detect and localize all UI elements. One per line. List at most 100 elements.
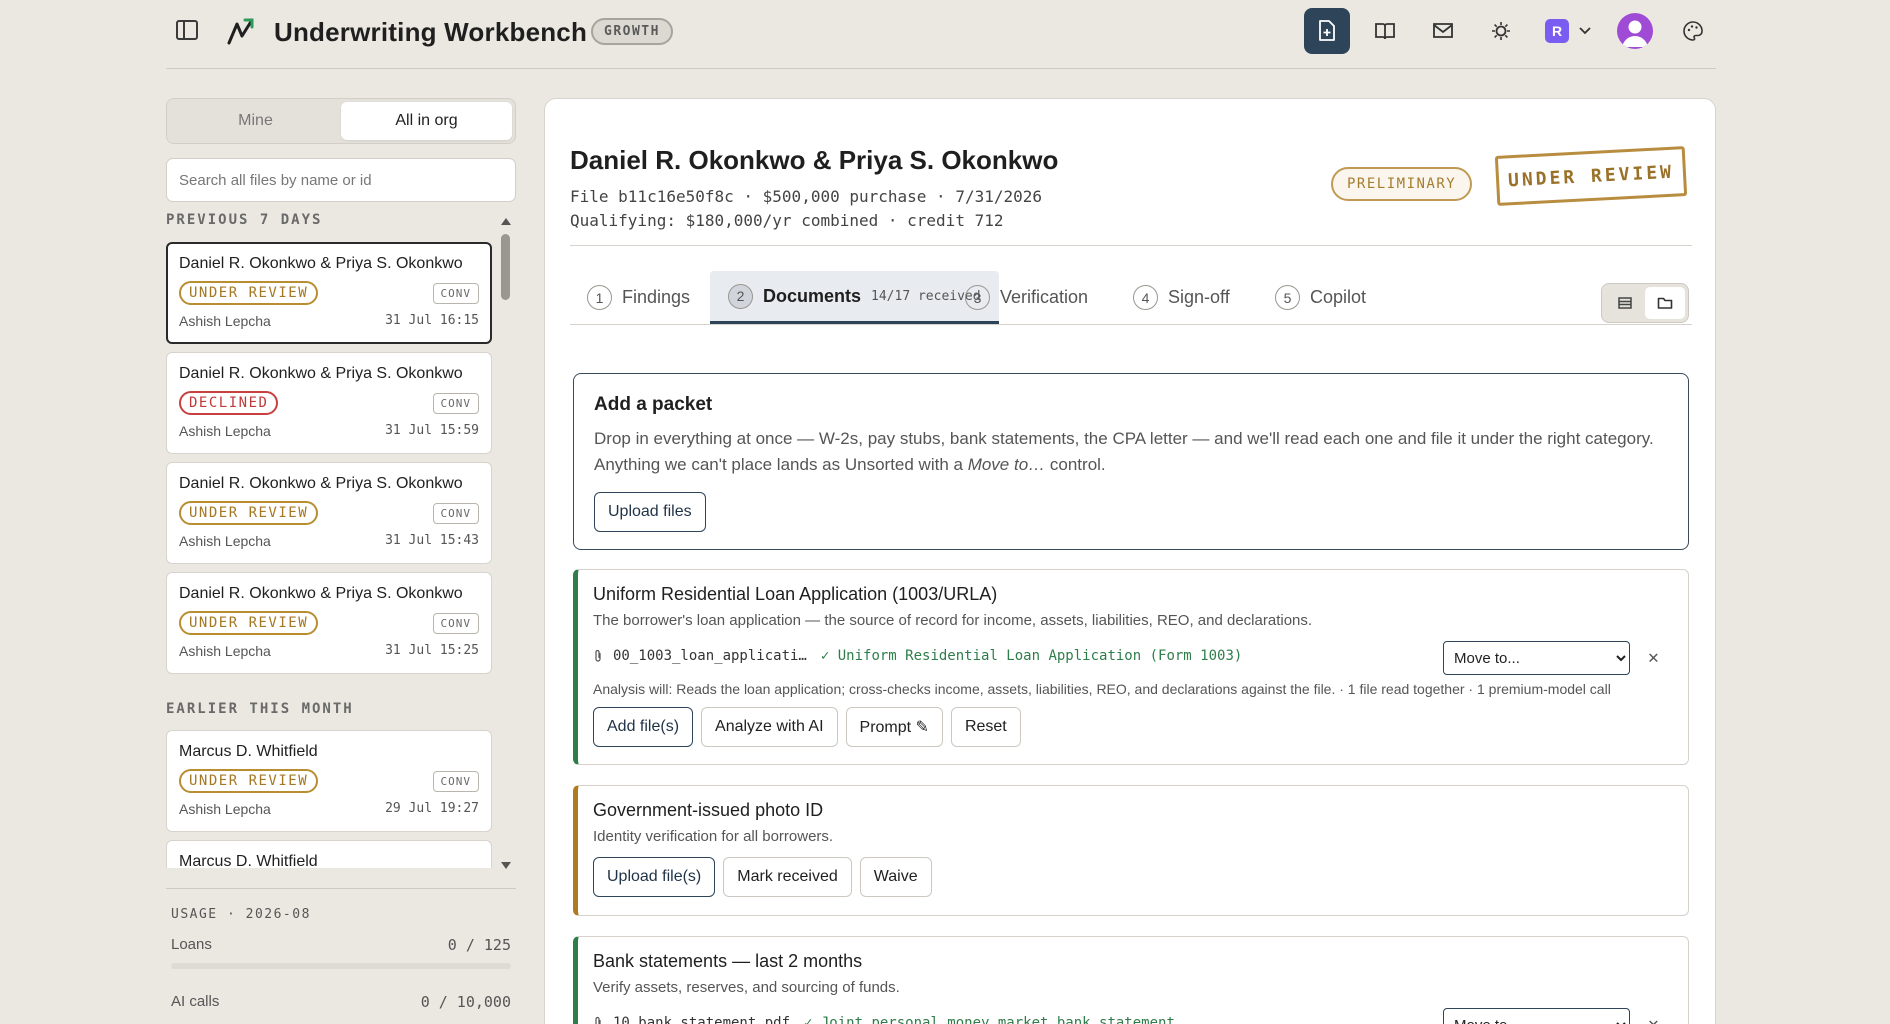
tab-label: Verification	[1000, 287, 1089, 307]
doc-description: Verify assets, reserves, and sourcing of…	[593, 979, 900, 996]
file-name[interactable]: 10_bank_statement.pdf	[613, 1015, 790, 1024]
tab-copilot[interactable]: 5 Copilot	[1275, 271, 1366, 324]
loan-type-badge: CONV	[432, 612, 479, 634]
card-timestamp: 31 Jul 15:43	[385, 533, 479, 548]
tab-number: 2	[728, 283, 753, 309]
packet-title: Add a packet	[594, 394, 713, 415]
top-bar: Underwriting Workbench GROWTH R	[166, 0, 1716, 69]
card-timestamp: 29 Jul 19:27	[385, 801, 479, 816]
card-borrower-name: Daniel R. Okonkwo & Priya S. Okonkwo	[179, 475, 463, 492]
settings-button[interactable]	[1478, 8, 1524, 54]
list-icon	[1618, 297, 1632, 309]
card-borrower-name: Daniel R. Okonkwo & Priya S. Okonkwo	[179, 365, 463, 382]
card-timestamp: 31 Jul 15:25	[385, 643, 479, 658]
tab-verification[interactable]: 3 Verification	[965, 271, 1088, 324]
segment-all-in-org[interactable]: All in org	[341, 102, 512, 140]
file-card[interactable]: Daniel R. Okonkwo & Priya S. Okonkwo UND…	[166, 242, 492, 344]
file-list-panel: Mine All in org PREVIOUS 7 DAYS Daniel R…	[166, 98, 516, 1011]
paperclip-icon	[595, 649, 601, 662]
usage-ai-value: 0 / 10,000	[420, 993, 511, 1011]
analyze-with-ai-button[interactable]: Analyze with AI	[701, 707, 838, 747]
file-card[interactable]: Daniel R. Okonkwo & Priya S. Okonkwo UND…	[166, 572, 492, 674]
move-to-select[interactable]: Move to...	[1443, 1008, 1630, 1024]
packet-description: Drop in everything at once — W-2s, pay s…	[594, 426, 1668, 478]
org-switcher-icon: R	[1545, 19, 1569, 43]
chevron-down-icon	[1579, 27, 1591, 35]
tab-documents[interactable]: 2 Documents 14/17 received	[710, 271, 999, 324]
file-list-scrollbar[interactable]	[499, 216, 513, 871]
reset-button[interactable]: Reset	[950, 707, 1021, 747]
plan-badge: GROWTH	[591, 18, 673, 45]
file-list: PREVIOUS 7 DAYS Daniel R. Okonkwo & Priy…	[166, 212, 516, 868]
remove-file-icon[interactable]: ✕	[1648, 647, 1659, 668]
move-to-select[interactable]: Move to...	[1443, 641, 1630, 675]
settings-icon	[1492, 22, 1510, 40]
file-card[interactable]: Marcus D. Whitfield	[166, 840, 492, 868]
avatar	[1617, 13, 1653, 49]
book-icon	[1375, 23, 1395, 40]
card-owner: Ashish Lepcha	[179, 533, 271, 549]
tab-sign-off[interactable]: 4 Sign-off	[1133, 271, 1230, 324]
prompt-button[interactable]: Prompt ✎	[845, 707, 943, 747]
card-owner: Ashish Lepcha	[179, 423, 271, 439]
scroll-down-icon[interactable]	[499, 861, 513, 871]
new-file-button[interactable]	[1304, 8, 1350, 54]
card-owner: Ashish Lepcha	[179, 313, 271, 329]
status-badge: UNDER REVIEW	[179, 501, 319, 525]
file-card[interactable]: Marcus D. Whitfield UNDER REVIEW CONV As…	[166, 730, 492, 832]
file-card[interactable]: Daniel R. Okonkwo & Priya S. Okonkwo UND…	[166, 462, 492, 564]
app-title: Underwriting Workbench	[274, 17, 588, 47]
loan-type-badge: CONV	[432, 502, 479, 524]
status-badge: UNDER REVIEW	[179, 281, 319, 305]
top-toolbar: R	[1292, 8, 1716, 54]
upload-files-button[interactable]: Upload files	[594, 492, 706, 532]
palette-icon	[1683, 21, 1703, 41]
loan-type-badge: CONV	[432, 282, 479, 304]
list-view-button[interactable]	[1605, 287, 1645, 319]
add-files-button[interactable]: Add file(s)	[593, 707, 694, 747]
usage-label: USAGE · 2026-08	[171, 907, 311, 922]
loan-meta-line-1: File b11c16e50f8c · $500,000 purchase · …	[570, 187, 1043, 206]
tab-label: Sign-off	[1168, 287, 1230, 307]
waive-button[interactable]: Waive	[859, 857, 932, 897]
file-row: 10_bank_statement.pdf ✓ Joint personal m…	[593, 1008, 1672, 1024]
segment-mine[interactable]: Mine	[170, 102, 341, 140]
group-label-previous-7-days: PREVIOUS 7 DAYS	[166, 212, 323, 228]
folder-view-button[interactable]	[1645, 287, 1685, 319]
inbox-button[interactable]	[1420, 8, 1466, 54]
card-timestamp: 31 Jul 15:59	[385, 423, 479, 438]
usage-ai-label: AI calls	[171, 993, 220, 1010]
card-borrower-name: Daniel R. Okonkwo & Priya S. Okonkwo	[179, 255, 463, 272]
scroll-up-icon[interactable]	[499, 216, 513, 226]
add-packet-dropzone[interactable]: Add a packet Drop in everything at once …	[573, 373, 1689, 550]
remove-file-icon[interactable]: ✕	[1648, 1014, 1659, 1024]
folder-icon	[1657, 297, 1673, 309]
library-button[interactable]	[1362, 8, 1408, 54]
org-switcher[interactable]: R	[1536, 8, 1600, 54]
document-category-bank-statements: Bank statements — last 2 months Verify a…	[573, 936, 1689, 1024]
page-title: Daniel R. Okonkwo & Priya S. Okonkwo	[570, 145, 1059, 175]
file-classification: ✓ Uniform Residential Loan Application (…	[820, 648, 1243, 664]
search-input[interactable]	[166, 158, 516, 202]
user-icon	[1622, 20, 1648, 47]
theme-button[interactable]	[1670, 8, 1716, 54]
tab-number: 5	[1275, 285, 1300, 310]
sidebar-toggle-icon[interactable]	[176, 20, 198, 40]
scope-toggle: Mine All in org	[166, 98, 516, 144]
tab-findings[interactable]: 1 Findings	[587, 271, 690, 324]
file-card[interactable]: Daniel R. Okonkwo & Priya S. Okonkwo DEC…	[166, 352, 492, 454]
doc-title: Bank statements — last 2 months	[593, 951, 863, 971]
usage-loans-value: 0 / 125	[447, 936, 511, 954]
packet-text-end: control.	[1045, 455, 1106, 474]
mark-received-button[interactable]: Mark received	[723, 857, 852, 897]
loan-type-badge: CONV	[432, 392, 479, 414]
status-badge: DECLINED	[179, 391, 279, 415]
avatar-button[interactable]	[1612, 8, 1658, 54]
file-name[interactable]: 00_1003_loan_applicati…	[613, 648, 807, 664]
upload-files-button[interactable]: Upload file(s)	[593, 857, 716, 897]
analysis-summary: Analysis will: Reads the loan applicatio…	[593, 681, 1611, 697]
card-owner: Ashish Lepcha	[179, 643, 271, 659]
divider	[570, 245, 1692, 246]
packet-text: Drop in everything at once — W-2s, pay s…	[594, 429, 1654, 474]
scroll-thumb[interactable]	[501, 234, 510, 300]
